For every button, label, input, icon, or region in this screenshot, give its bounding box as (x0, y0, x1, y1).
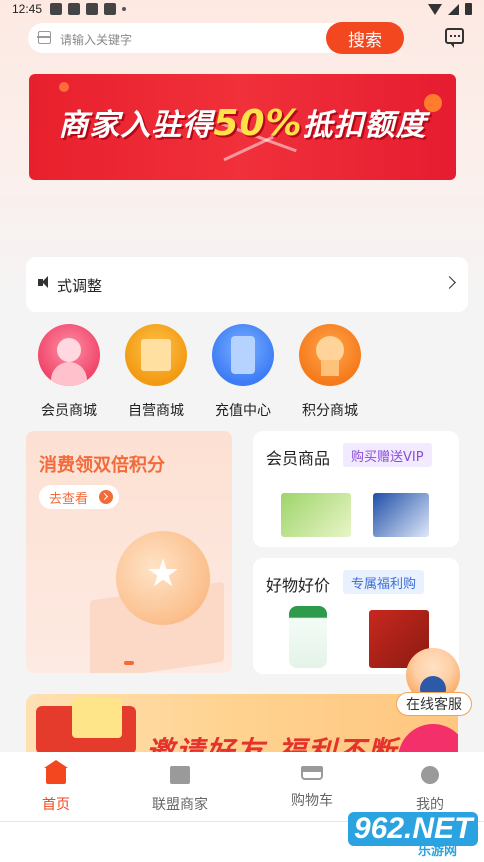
quick-label: 积分商城 (302, 403, 358, 419)
card-title: 好物好价 (266, 576, 331, 595)
view-button[interactable]: 去查看 (39, 485, 119, 509)
app-notification-icon (68, 3, 80, 15)
search-input[interactable]: 请输入关键字 (60, 31, 132, 48)
banner-highlight: 50% (213, 103, 303, 144)
watermark: 962.NET 乐游网 (348, 812, 479, 859)
status-time: 12:45 (12, 2, 43, 16)
status-bar: 12:45 (0, 0, 484, 20)
cart-icon (301, 766, 323, 780)
tab-mine[interactable]: 我的 (390, 766, 470, 814)
card-tag: 专属福利购 (343, 570, 425, 594)
search-button[interactable]: 搜索 (326, 22, 404, 54)
card-title: 会员商品 (266, 449, 331, 468)
banner-text-part: 商家入驻得 (58, 108, 214, 143)
quick-label: 充值中心 (215, 403, 271, 419)
quick-member-mall[interactable]: 会员商城 (34, 324, 104, 420)
tab-label: 我的 (416, 797, 444, 813)
tab-label: 首页 (42, 797, 70, 813)
invite-banner[interactable]: 邀请好友 福利不断 (26, 694, 458, 754)
download-icon (86, 3, 98, 15)
points-badge-icon (299, 324, 361, 386)
watermark-sub: 乐游网 (418, 844, 458, 859)
watermark-logo: 962.NET (348, 812, 479, 846)
notification-icons (50, 3, 126, 15)
merchant-banner[interactable]: 商家入驻得50%抵扣额度 (29, 74, 456, 180)
phone-recharge-icon (212, 324, 274, 386)
notice-bar[interactable]: 式调整 (26, 257, 468, 312)
chevron-right-icon[interactable] (443, 276, 456, 289)
signal-icon (448, 3, 459, 15)
detergent-product-image (289, 606, 327, 668)
coupon-illustration (72, 698, 122, 738)
store-icon (170, 766, 190, 784)
tab-label: 联盟商家 (152, 797, 208, 813)
wifi-icon (428, 3, 442, 15)
promo-title: 消费领双倍积分 (39, 455, 165, 476)
double-points-card[interactable]: 消费领双倍积分 去查看 (26, 431, 232, 673)
invite-text: 邀请好友 福利不断 (146, 735, 398, 754)
app-notification-icon (50, 3, 62, 15)
banner-decoration (59, 82, 69, 92)
notice-text: 式调整 (57, 277, 103, 295)
star-coin-icon (116, 531, 210, 625)
tab-home[interactable]: 首页 (16, 760, 96, 814)
system-icons (428, 3, 472, 15)
customer-service-label: 在线客服 (396, 692, 472, 716)
milk-product-image (373, 493, 429, 537)
scan-icon[interactable] (37, 31, 51, 44)
banner-text: 商家入驻得50%抵扣额度 (29, 100, 456, 144)
banner-text-part: 抵扣额度 (302, 108, 427, 143)
online-customer-service[interactable]: 在线客服 (396, 648, 472, 716)
carousel-indicator (124, 661, 134, 665)
member-icon (38, 324, 100, 386)
quick-self-mall[interactable]: 自营商城 (121, 324, 191, 420)
battery-icon (465, 3, 472, 15)
search-bar[interactable]: 请输入关键字 搜索 (28, 22, 404, 54)
tab-cart[interactable]: 购物车 (272, 766, 352, 810)
profile-icon (421, 766, 439, 784)
view-button-label: 去查看 (49, 491, 89, 507)
app-notification-icon (104, 3, 116, 15)
quick-label: 自营商城 (128, 403, 184, 419)
message-icon[interactable] (445, 28, 464, 48)
speaker-icon (38, 276, 48, 288)
tab-alliance-merchants[interactable]: 联盟商家 (140, 766, 220, 814)
self-store-icon (125, 324, 187, 386)
tissue-product-image (281, 493, 351, 537)
quick-label: 会员商城 (41, 403, 97, 419)
more-dot-icon (122, 7, 126, 11)
card-tag: 购买赠送VIP (343, 443, 432, 467)
tab-label: 购物车 (291, 793, 333, 809)
home-icon (44, 760, 68, 784)
quick-points-mall[interactable]: 积分商城 (295, 324, 365, 420)
quick-recharge-center[interactable]: 充值中心 (208, 324, 278, 420)
arrow-circle-icon (99, 490, 113, 504)
banner-decoration (398, 724, 458, 754)
member-goods-card[interactable]: 会员商品 购买赠送VIP (253, 431, 459, 547)
